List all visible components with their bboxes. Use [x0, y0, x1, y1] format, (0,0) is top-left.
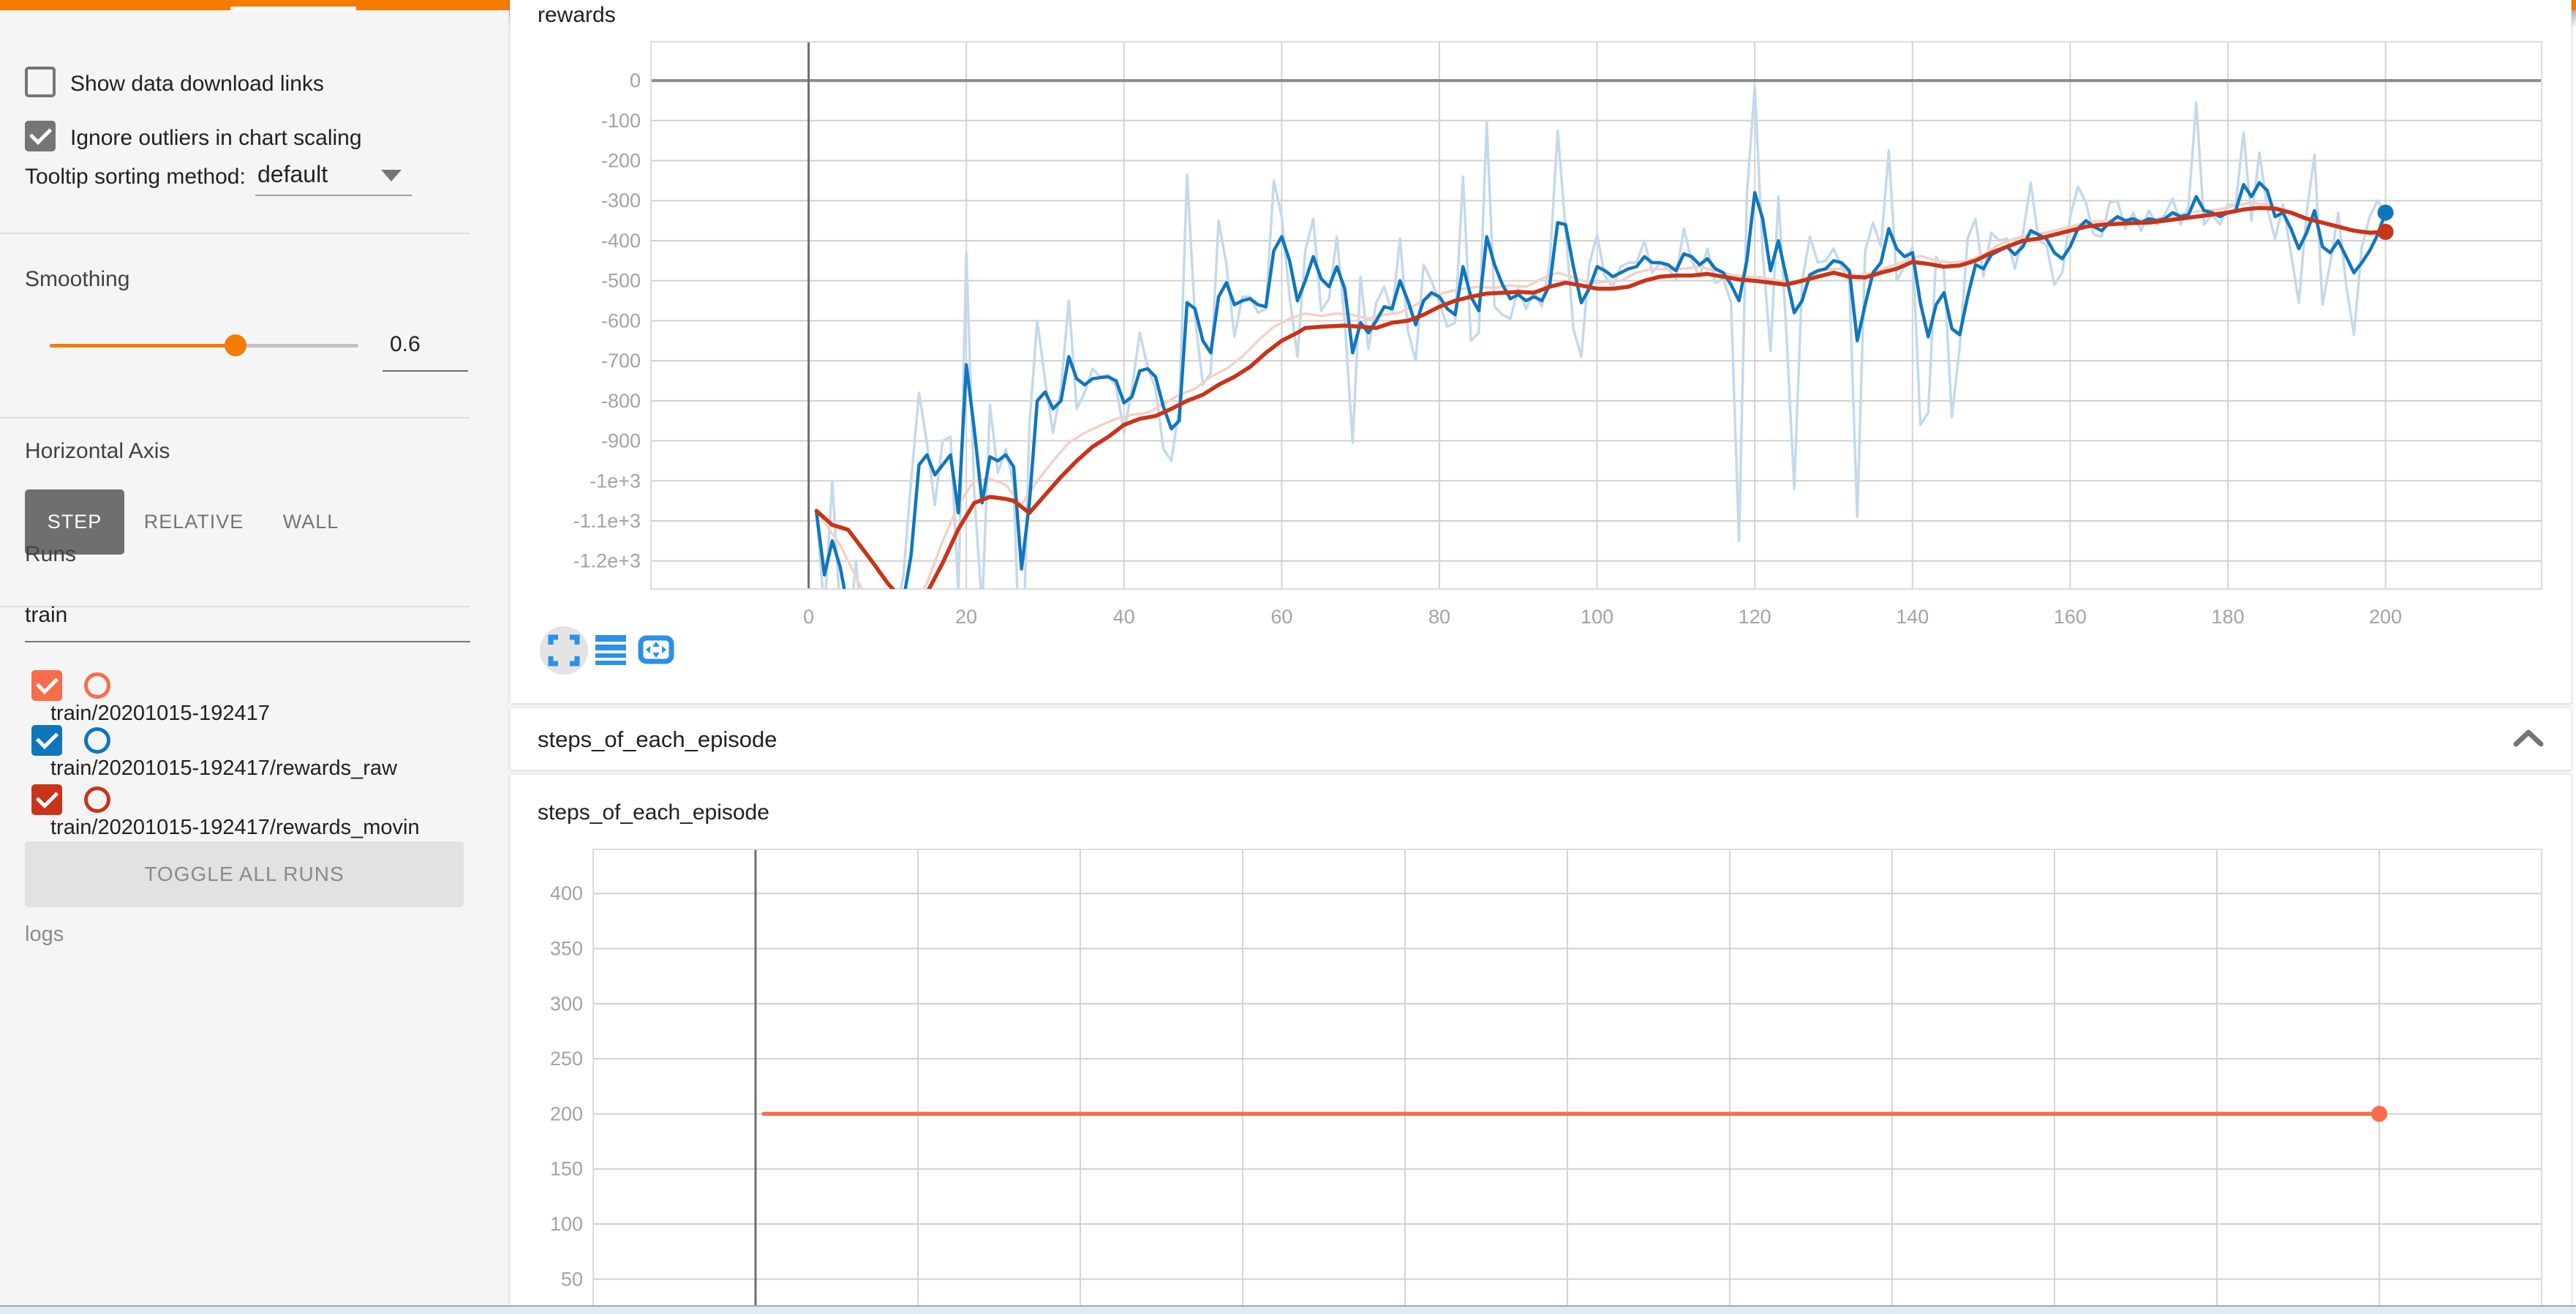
svg-text:400: 400: [550, 882, 583, 904]
svg-text:300: 300: [550, 993, 583, 1015]
run-radio[interactable]: [84, 786, 110, 813]
tooltip-sorting-dropdown[interactable]: default: [255, 157, 412, 196]
svg-text:-800: -800: [601, 390, 641, 412]
run-label: train/20201015-192417: [50, 701, 427, 727]
rewards-card-title: rewards: [538, 3, 616, 28]
show-data-download-links-checkbox[interactable]: [25, 67, 56, 97]
show-data-download-links-label: Show data download links: [70, 72, 324, 97]
run-label: train/20201015-192417/rewards_raw: [50, 756, 427, 781]
smoothing-value-input[interactable]: 0.6: [383, 326, 468, 372]
svg-text:-300: -300: [601, 189, 641, 211]
svg-text:180: 180: [2211, 606, 2244, 628]
rewards-chart[interactable]: 0 -100 -200 -300 -400 -500 -600 -700 -800 -900 -1e…: [549, 33, 2576, 646]
svg-text:50: 50: [561, 1268, 583, 1290]
bottom-scroll-strip[interactable]: [0, 1307, 2576, 1314]
svg-text:60: 60: [1270, 606, 1292, 628]
svg-text:200: 200: [2369, 606, 2402, 628]
tooltip-sorting-label: Tooltip sorting method:: [25, 165, 246, 189]
axis-wall-button[interactable]: WALL: [263, 489, 358, 555]
svg-text:120: 120: [1739, 606, 1771, 628]
toggle-all-runs-button[interactable]: TOGGLE ALL RUNS: [25, 841, 464, 907]
svg-text:40: 40: [1113, 606, 1135, 628]
steps-section-header[interactable]: [510, 707, 2572, 770]
run-filter-input[interactable]: train: [25, 600, 470, 642]
svg-text:0: 0: [630, 70, 641, 91]
divider: [0, 417, 470, 418]
run-radio[interactable]: [84, 672, 110, 699]
svg-text:-400: -400: [601, 230, 641, 252]
svg-text:100: 100: [1581, 606, 1613, 628]
runs-label: Runs: [25, 542, 76, 567]
svg-text:100: 100: [550, 1213, 583, 1235]
smoothing-value: 0.6: [390, 332, 421, 357]
axis-relative-button[interactable]: RELATIVE: [139, 489, 249, 555]
smoothing-label: Smoothing: [25, 267, 129, 292]
svg-text:150: 150: [550, 1158, 583, 1180]
run-checkbox[interactable]: [31, 784, 62, 815]
smoothing-slider[interactable]: [50, 332, 358, 358]
checkmark-icon: [29, 122, 52, 145]
sidebar: Show data download links Ignore outliers…: [0, 10, 509, 1314]
smoothing-slider-knob[interactable]: [225, 334, 246, 356]
svg-text:-1e+3: -1e+3: [590, 470, 641, 492]
run-checkbox[interactable]: [31, 670, 62, 701]
collapse-chevron-icon[interactable]: [2509, 728, 2550, 750]
svg-text:80: 80: [1428, 606, 1450, 628]
svg-text:350: 350: [550, 938, 583, 960]
steps-card-title: steps_of_each_episode: [538, 800, 769, 825]
logs-label: logs: [25, 923, 64, 947]
svg-text:-200: -200: [601, 150, 641, 172]
svg-text:20: 20: [955, 606, 977, 628]
svg-text:-500: -500: [601, 270, 641, 292]
svg-text:-900: -900: [601, 430, 641, 452]
svg-text:-700: -700: [601, 350, 641, 372]
run-filter-value: train: [25, 603, 67, 628]
run-row[interactable]: train/20201015-192417: [31, 670, 509, 727]
steps-chart[interactable]: 400 350 300 250 200 150 100 50: [491, 841, 2576, 1307]
svg-text:-600: -600: [601, 309, 641, 331]
steps-section-title: steps_of_each_episode: [538, 727, 777, 753]
svg-text:-1.2e+3: -1.2e+3: [573, 550, 641, 572]
horizontal-axis-label: Horizontal Axis: [25, 439, 170, 464]
svg-text:-100: -100: [601, 110, 641, 132]
run-radio[interactable]: [84, 727, 110, 754]
ignore-outliers-label: Ignore outliers in chart scaling: [70, 126, 362, 151]
run-row[interactable]: train/20201015-192417/rewards_raw: [31, 725, 509, 781]
svg-text:0: 0: [803, 606, 814, 628]
chevron-down-icon: [381, 170, 402, 181]
divider: [0, 233, 470, 234]
run-checkbox[interactable]: [31, 725, 62, 756]
svg-text:200: 200: [550, 1103, 583, 1125]
svg-text:160: 160: [2054, 606, 2087, 628]
svg-text:-1.1e+3: -1.1e+3: [573, 510, 641, 532]
svg-text:140: 140: [1896, 606, 1929, 628]
tooltip-sorting-value: default: [257, 161, 328, 188]
ignore-outliers-checkbox[interactable]: [25, 121, 56, 151]
svg-text:250: 250: [550, 1048, 583, 1070]
